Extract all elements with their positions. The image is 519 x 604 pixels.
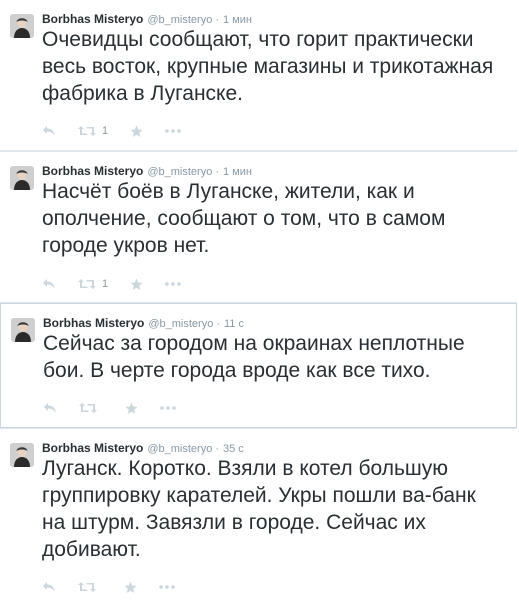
reply-icon — [43, 582, 55, 592]
tweet[interactable]: Borbhas Misteryo @b_misteryo · 1 мин Насчёт… — [0, 151, 517, 303]
retweet-icon — [78, 279, 96, 289]
avatar[interactable] — [10, 14, 34, 38]
more-icon — [160, 406, 176, 410]
reply-icon — [43, 126, 55, 136]
user-handle[interactable]: @b_misteryo — [147, 443, 212, 455]
star-icon — [125, 402, 138, 414]
retweet-button[interactable] — [79, 402, 103, 414]
favorite-button[interactable] — [124, 581, 137, 594]
retweet-button[interactable] — [78, 581, 102, 593]
retweet-button[interactable]: 1 — [78, 278, 108, 290]
tweet-actions: 1 — [42, 274, 203, 294]
tweet-text: Сейчас за городом на окраинах неплотные … — [43, 332, 465, 382]
reply-icon — [44, 403, 56, 413]
favorite-button[interactable] — [125, 402, 138, 415]
timestamp[interactable]: 1 мин — [223, 14, 252, 26]
timestamp[interactable]: 11 с — [224, 318, 244, 330]
user-handle[interactable]: @b_misteryo — [147, 14, 212, 26]
separator: · — [215, 14, 219, 26]
user-handle[interactable]: @b_misteryo — [147, 166, 212, 178]
separator: · — [216, 318, 220, 330]
retweet-icon — [79, 403, 97, 413]
user-name[interactable]: Borbhas Misteryo — [42, 441, 143, 455]
tweet-actions — [42, 577, 197, 597]
tweet[interactable]: Borbhas Misteryo @b_misteryo · 35 с Луганск… — [0, 428, 517, 604]
avatar[interactable] — [10, 166, 34, 190]
reply-button[interactable] — [43, 402, 57, 414]
star-icon — [130, 278, 143, 290]
star-icon — [124, 581, 137, 593]
separator: · — [215, 443, 219, 455]
avatar-icon — [11, 318, 35, 342]
tweet-text: Насчёт боёв в Луганске, жители, как и оп… — [42, 180, 446, 257]
user-handle[interactable]: @b_misteryo — [148, 318, 213, 330]
timeline: Borbhas Misteryo @b_misteryo · 1 мин Очевид… — [0, 0, 519, 604]
retweet-icon — [78, 582, 96, 592]
retweet-icon — [78, 126, 96, 136]
more-button[interactable] — [160, 406, 176, 410]
user-name[interactable]: Borbhas Misteryo — [43, 316, 144, 330]
reply-button[interactable] — [42, 125, 56, 137]
more-icon — [165, 129, 181, 133]
user-name[interactable]: Borbhas Misteryo — [42, 164, 143, 178]
retweet-count: 1 — [102, 125, 109, 137]
more-button[interactable] — [165, 282, 181, 286]
avatar-icon — [10, 166, 34, 190]
separator: · — [215, 166, 219, 178]
reply-icon — [43, 279, 55, 289]
avatar-icon — [10, 443, 34, 467]
user-name[interactable]: Borbhas Misteryo — [42, 12, 143, 26]
tweet-text: Луганск. Коротко. Взяли в котел большую … — [42, 457, 476, 561]
avatar[interactable] — [10, 443, 34, 467]
tweet[interactable]: Borbhas Misteryo @b_misteryo · 1 мин Очевид… — [0, 0, 517, 151]
retweet-button[interactable]: 1 — [78, 125, 108, 137]
tweet[interactable]: Borbhas Misteryo @b_misteryo · 11 с Сейчас … — [0, 303, 517, 428]
avatar[interactable] — [11, 318, 35, 342]
tweet-actions: 1 — [42, 121, 203, 141]
reply-button[interactable] — [42, 581, 56, 593]
tweet-text: Очевидцы сообщают, что горит практически… — [42, 28, 494, 105]
more-icon — [165, 282, 181, 286]
more-button[interactable] — [159, 585, 175, 589]
star-icon — [130, 125, 143, 137]
more-icon — [159, 585, 175, 589]
favorite-button[interactable] — [130, 278, 143, 291]
favorite-button[interactable] — [130, 125, 143, 138]
reply-button[interactable] — [42, 278, 56, 290]
timestamp[interactable]: 35 с — [223, 443, 244, 455]
retweet-count: 1 — [102, 278, 109, 290]
more-button[interactable] — [165, 129, 181, 133]
timestamp[interactable]: 1 мин — [223, 166, 252, 178]
tweet-actions — [43, 398, 198, 418]
avatar-icon — [10, 14, 34, 38]
